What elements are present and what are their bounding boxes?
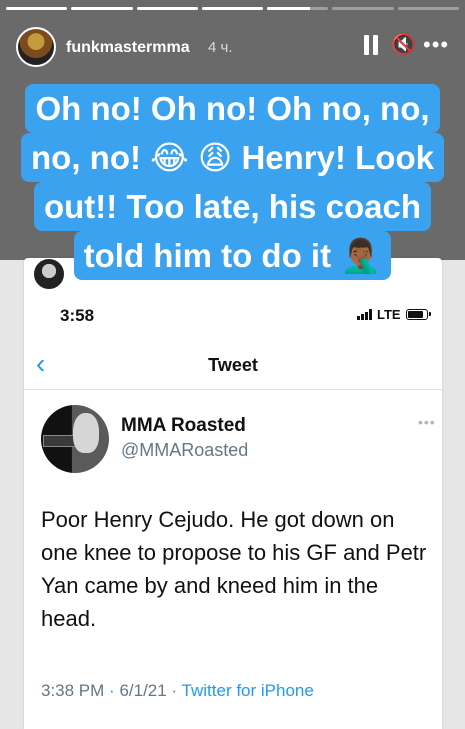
tweet-author-handle[interactable]: @MMARoasted [121, 440, 248, 461]
story-header: funkmastermma 4 ч. 🔇 ••• [0, 22, 465, 72]
story-caption: Oh no! Oh no! Oh no, no, no, no! 😂 😩 Hen… [0, 84, 465, 280]
author-photo [73, 413, 99, 453]
signal-icon [357, 309, 372, 320]
tweet-nav-bar: ‹ Tweet [24, 340, 442, 390]
mute-icon[interactable]: 🔇 [391, 35, 416, 55]
meta-separator: · [171, 681, 178, 700]
story-viewer[interactable]: funkmastermma 4 ч. 🔇 ••• 3:58 LTE ‹ Twee… [0, 0, 465, 729]
progress-segment [136, 7, 198, 10]
avatar[interactable] [16, 27, 56, 67]
caption-line: no, no! 😂 😩 Henry! Look [21, 133, 444, 182]
page-title: Tweet [208, 355, 258, 375]
tweet-meta: 3:38 PM · 6/1/21 · Twitter for iPhone [41, 681, 314, 701]
caption-line: Oh no! Oh no! Oh no, no, [25, 84, 440, 133]
pause-icon[interactable] [362, 35, 380, 55]
tweet-date: 6/1/21 [119, 681, 167, 700]
caption-line: out!! Too late, his coach [33, 182, 432, 231]
phone-status-time: 3:58 [60, 306, 95, 325]
tweet-author-avatar[interactable] [41, 405, 109, 473]
network-label: LTE [377, 307, 401, 322]
caption-line: told him to do it 🤦🏾‍♂️ [73, 231, 392, 280]
username[interactable]: funkmastermma [66, 39, 190, 57]
meta-separator: · [109, 681, 115, 700]
tweet-more-icon[interactable]: ••• [418, 414, 436, 430]
tweet-source-link[interactable]: Twitter for iPhone [182, 681, 314, 700]
tweet-text: Poor Henry Cejudo. He got down on one kn… [41, 507, 427, 631]
progress-segment [267, 7, 329, 10]
progress-segment [201, 7, 264, 10]
tweet-screenshot-card [24, 258, 442, 729]
phone-status-indicators: LTE [357, 307, 431, 322]
progress-segment [397, 7, 459, 10]
more-options-icon[interactable]: ••• [423, 34, 449, 56]
progress-segment [332, 7, 394, 10]
story-time-ago: 4 ч. [208, 39, 233, 56]
tweet-time: 3:38 PM [41, 681, 105, 700]
progress-segment [71, 7, 133, 10]
battery-icon [405, 309, 431, 320]
progress-segment [6, 7, 68, 10]
story-progress-bar [6, 7, 459, 10]
tweet-author-name[interactable]: MMA Roasted [121, 415, 246, 437]
